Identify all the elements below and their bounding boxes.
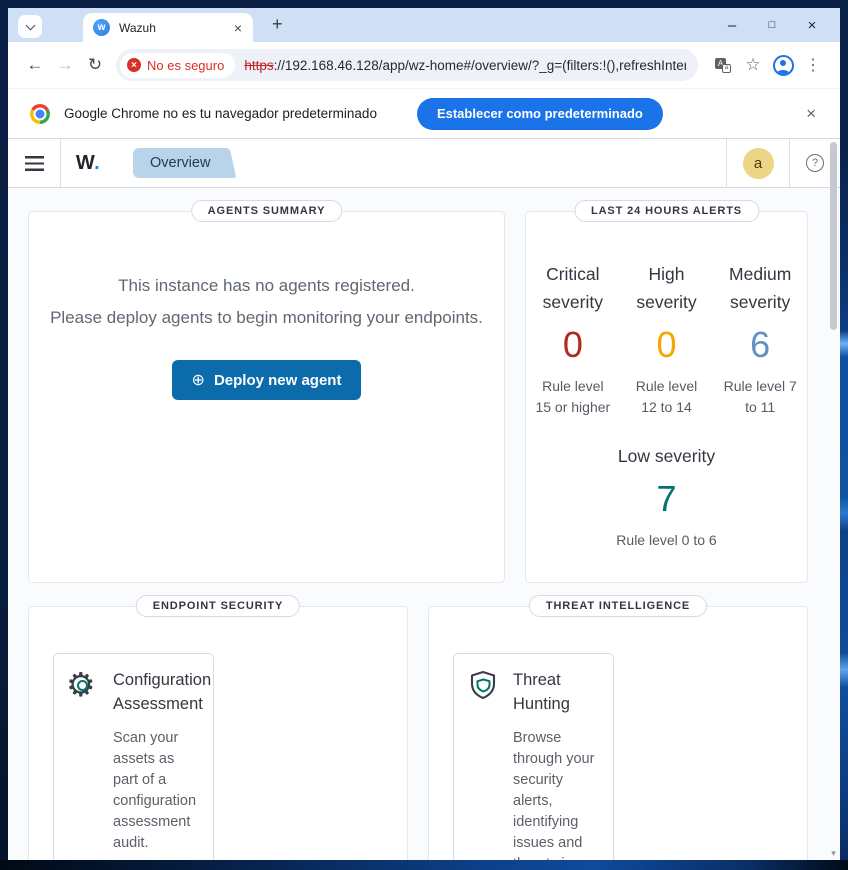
maximize-button[interactable]: □	[752, 19, 792, 31]
deploy-new-agent-button[interactable]: ⊕ Deploy new agent	[171, 360, 362, 400]
default-browser-banner: Google Chrome no es tu navegador predete…	[8, 88, 840, 139]
medium-label: Medium severity	[729, 264, 792, 312]
banner-message: Google Chrome no es tu navegador predete…	[64, 106, 377, 121]
high-severity-stat: High severity 0 Rule level 12 to 14	[620, 260, 714, 418]
deploy-button-label: Deploy new agent	[213, 371, 342, 389]
forward-button[interactable]: →	[50, 55, 80, 75]
help-icon[interactable]: ?	[806, 154, 824, 172]
high-value[interactable]: 0	[620, 323, 714, 367]
configuration-assessment-card[interactable]: ⚙ Configuration Assessment Scan your ass…	[53, 653, 214, 860]
not-secure-icon: ×	[127, 58, 141, 72]
url-rest: ://192.168.46.128/app/wz-home#/overview/…	[273, 57, 686, 73]
reload-button[interactable]: ↻	[80, 55, 110, 75]
endpoint-security-panel: ENDPOINT SECURITY ⚙ Configuration Assess…	[28, 595, 408, 860]
logo-letter: W	[75, 151, 95, 174]
tab-overview[interactable]: Overview	[133, 148, 238, 178]
wazuh-favicon-icon: w	[93, 19, 110, 36]
tab-title: Wazuh	[119, 20, 156, 35]
critical-label: Critical severity	[542, 264, 603, 312]
browser-tab-wazuh[interactable]: w Wazuh ×	[83, 13, 253, 42]
agents-empty-line1: This instance has no agents registered.	[118, 276, 415, 295]
endpoint-security-title: ENDPOINT SECURITY	[135, 595, 301, 617]
logo-dot: .	[94, 151, 101, 174]
dashboard-content: AGENTS SUMMARY This instance has no agen…	[8, 188, 840, 860]
high-label: High severity	[636, 264, 697, 312]
low-value[interactable]: 7	[526, 477, 807, 521]
security-chip[interactable]: × No es seguro	[120, 52, 236, 78]
critical-value[interactable]: 0	[526, 323, 620, 367]
gear-icon: ⚙	[66, 668, 100, 702]
scrollbar-down-arrow[interactable]: ▾	[828, 848, 839, 859]
user-avatar[interactable]: a	[742, 147, 774, 179]
profile-avatar-icon[interactable]	[768, 54, 798, 76]
low-label: Low severity	[617, 446, 716, 466]
high-caption: Rule level 12 to 14	[635, 378, 698, 415]
desktop-wallpaper-bottom	[0, 860, 848, 870]
translate-icon[interactable]: A a	[708, 57, 738, 73]
desktop-wallpaper-strip	[839, 0, 848, 870]
minimize-button[interactable]: –	[712, 17, 752, 34]
tab-overview-label: Overview	[150, 155, 211, 171]
alerts-panel-title: LAST 24 HOURS ALERTS	[573, 200, 760, 222]
chevron-down-icon	[25, 20, 35, 30]
profile-glyph	[772, 54, 794, 76]
threat-intelligence-title: THREAT INTELLIGENCE	[528, 595, 708, 617]
plus-circle-icon: ⊕	[191, 372, 205, 389]
tab-close-icon[interactable]: ×	[231, 20, 245, 36]
wazuh-logo[interactable]: W.	[61, 152, 115, 175]
medium-severity-stat: Medium severity 6 Rule level 7 to 11	[713, 260, 807, 418]
threat-hunting-description: Browse through your security alerts, ide…	[513, 730, 595, 860]
back-button[interactable]: ←	[20, 55, 50, 75]
medium-caption: Rule level 7 to 11	[723, 378, 797, 415]
medium-value[interactable]: 6	[713, 323, 807, 367]
banner-close-icon[interactable]: ×	[800, 102, 822, 126]
gear-center-ring	[77, 680, 88, 691]
threat-hunting-card[interactable]: Threat Hunting Browse through your secur…	[453, 653, 614, 860]
menu-hamburger-icon[interactable]	[8, 139, 60, 187]
url-scheme: https	[244, 57, 274, 73]
browser-window: w Wazuh × + – □ × ← → ↻ × No es seguro h…	[8, 8, 840, 860]
browser-toolbar: ← → ↻ × No es seguro https://192.168.46.…	[8, 42, 840, 88]
translate-front-letter: a	[722, 63, 731, 73]
critical-caption: Rule level 15 or higher	[535, 378, 611, 415]
url-text[interactable]: https://192.168.46.128/app/wz-home#/over…	[244, 58, 686, 73]
window-close-button[interactable]: ×	[792, 17, 832, 34]
avatar-cell: a	[726, 139, 790, 187]
threat-hunting-link[interactable]: Threat Hunting	[513, 668, 601, 716]
low-severity-stat: Low severity 7 Rule level 0 to 6	[526, 442, 807, 551]
agents-empty-line2: Please deploy agents to begin monitoring…	[50, 308, 483, 327]
hamburger-bars	[24, 155, 44, 171]
address-bar[interactable]: × No es seguro https://192.168.46.128/ap…	[116, 49, 698, 81]
page-scrollbar: ▾	[828, 139, 839, 860]
shield-icon	[466, 668, 500, 702]
alerts-row: Critical severity 0 Rule level 15 or hig…	[526, 260, 807, 418]
new-tab-button[interactable]: +	[266, 12, 289, 37]
threat-intelligence-panel: THREAT INTELLIGENCE Threat Hunting Brows…	[428, 595, 808, 860]
set-default-button[interactable]: Establecer como predeterminado	[416, 97, 663, 130]
tab-strip: w Wazuh × + – □ ×	[8, 8, 840, 42]
header-right: a ?	[726, 139, 840, 187]
bookmark-star-icon[interactable]: ☆	[738, 55, 768, 75]
agents-summary-panel: AGENTS SUMMARY This instance has no agen…	[28, 200, 505, 583]
browser-menu-icon[interactable]: ⋮	[798, 55, 828, 75]
wazuh-header: W. Overview a ?	[8, 139, 840, 188]
translate-glyph: A a	[715, 57, 731, 73]
chrome-logo-icon	[30, 103, 50, 124]
configuration-assessment-description: Scan your assets as part of a configurat…	[113, 730, 197, 851]
critical-severity-stat: Critical severity 0 Rule level 15 or hig…	[526, 260, 620, 418]
scrollbar-thumb[interactable]	[830, 142, 837, 330]
security-chip-label: No es seguro	[147, 57, 225, 73]
configuration-assessment-link[interactable]: Configuration Assessment	[113, 668, 211, 716]
low-caption: Rule level 0 to 6	[616, 532, 717, 548]
window-controls: – □ ×	[712, 8, 840, 42]
last-24-hours-alerts-panel: LAST 24 HOURS ALERTS Critical severity 0…	[525, 200, 808, 583]
agents-summary-title: AGENTS SUMMARY	[190, 200, 343, 222]
tab-search-button[interactable]	[18, 15, 42, 38]
